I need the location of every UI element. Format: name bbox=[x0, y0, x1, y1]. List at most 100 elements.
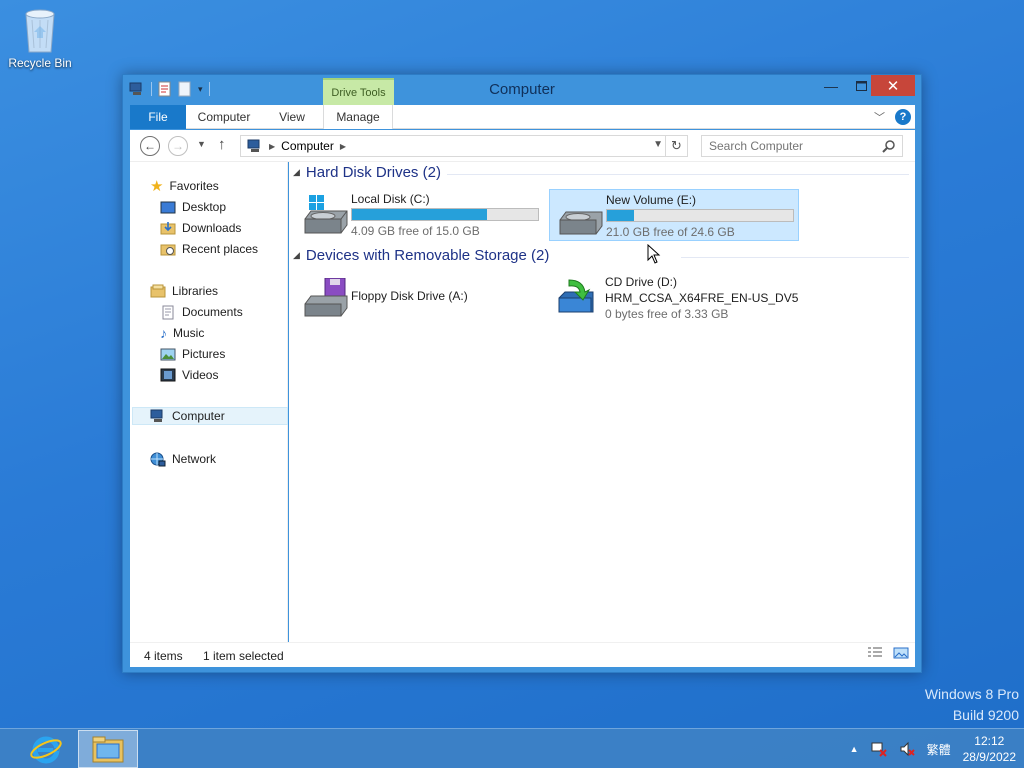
maximize-icon bbox=[855, 80, 867, 91]
sidebar-item-videos[interactable]: Videos bbox=[160, 366, 218, 384]
system-tray: ▲ 繁體 12:12 28/9/2022 bbox=[850, 729, 1016, 768]
group-header-hard-disk-drives[interactable]: ◢ Hard Disk Drives (2) bbox=[293, 164, 441, 181]
watermark-edition: Windows 8 Pro bbox=[924, 686, 1019, 702]
status-bar: 4 items 1 item selected bbox=[130, 642, 915, 667]
search-field[interactable] bbox=[701, 135, 903, 157]
sidebar-item-label: Music bbox=[173, 326, 205, 340]
large-icons-view-icon[interactable] bbox=[893, 647, 909, 659]
sidebar-item-label: Videos bbox=[182, 368, 219, 382]
search-input[interactable] bbox=[709, 139, 879, 153]
sidebar-item-downloads[interactable]: Downloads bbox=[160, 219, 241, 237]
title-bar[interactable]: ▾ Drive Tools Computer — ✕ bbox=[123, 75, 921, 105]
libraries-icon bbox=[150, 284, 166, 298]
back-arrow-icon: ← bbox=[144, 139, 156, 153]
ribbon-tabs: File Computer View Manage ﹀ ? bbox=[130, 105, 915, 129]
content-pane: ◢ Hard Disk Drives (2) Local Disk (C:) 4… bbox=[289, 162, 915, 642]
sidebar-item-label: Recent places bbox=[182, 242, 259, 256]
collapse-group-icon[interactable]: ◢ bbox=[293, 167, 300, 178]
group-title: Devices with Removable Storage (2) bbox=[305, 247, 550, 264]
expand-ribbon-icon[interactable]: ﹀ bbox=[874, 109, 885, 125]
collapse-group-icon[interactable]: ◢ bbox=[293, 250, 300, 261]
floppy-drive-icon bbox=[304, 278, 348, 317]
videos-icon bbox=[160, 368, 176, 382]
downloads-folder-icon bbox=[160, 222, 176, 235]
address-path[interactable]: ▶ Computer ▶ ▼ ↻ bbox=[240, 135, 688, 157]
desktop-folder-icon bbox=[160, 201, 176, 213]
documents-icon bbox=[162, 305, 174, 319]
breadcrumb-separator-icon[interactable]: ▶ bbox=[340, 142, 346, 151]
drive-usage-bar bbox=[606, 209, 794, 222]
sidebar-item-pictures[interactable]: Pictures bbox=[160, 345, 225, 363]
computer-icon bbox=[150, 409, 163, 422]
tab-computer[interactable]: Computer bbox=[192, 105, 256, 129]
item-count: 4 items bbox=[144, 649, 183, 663]
drive-name: New Volume (E:) bbox=[606, 193, 697, 207]
drive-item-cd-drive-d[interactable]: CD Drive (D:) HRM_CCSA_X64FRE_EN-US_DV5 … bbox=[549, 272, 799, 324]
address-dropdown-icon[interactable]: ▼ bbox=[653, 139, 663, 150]
cd-drive-icon bbox=[558, 279, 594, 313]
forward-button[interactable]: → bbox=[168, 136, 188, 156]
close-button[interactable]: ✕ bbox=[871, 75, 915, 96]
sidebar-item-recent-places[interactable]: Recent places bbox=[160, 240, 258, 258]
group-divider bbox=[681, 257, 909, 258]
drive-item-floppy-a[interactable]: Floppy Disk Drive (A:) bbox=[295, 272, 545, 324]
drive-name: Local Disk (C:) bbox=[351, 192, 430, 206]
recent-places-icon bbox=[160, 244, 176, 256]
sidebar-item-label: Pictures bbox=[182, 347, 226, 361]
recycle-bin-label: Recycle Bin bbox=[8, 56, 72, 70]
sidebar-item-label: Desktop bbox=[182, 200, 227, 214]
watermark-build: Build 9200 bbox=[952, 707, 1019, 723]
sidebar-item-network[interactable]: Network bbox=[150, 450, 216, 468]
group-divider bbox=[447, 174, 909, 175]
input-method-indicator[interactable]: 繁體 bbox=[927, 741, 951, 758]
mouse-cursor-icon bbox=[647, 244, 661, 264]
up-button[interactable]: ↑ bbox=[218, 136, 226, 153]
sidebar-item-label: Favorites bbox=[169, 179, 219, 193]
selection-count: 1 item selected bbox=[203, 649, 284, 663]
breadcrumb-separator-icon[interactable]: ▶ bbox=[269, 142, 275, 151]
tab-manage[interactable]: Manage bbox=[323, 105, 393, 129]
navigation-pane: ★ Favorites Desktop Downloads Recent pla… bbox=[130, 162, 288, 642]
view-toggle bbox=[867, 647, 909, 659]
breadcrumb-computer[interactable]: Computer bbox=[281, 139, 334, 153]
drive-item-new-volume-e[interactable]: New Volume (E:) 21.0 GB free of 24.6 GB bbox=[549, 189, 799, 241]
show-hidden-icons-button[interactable]: ▲ bbox=[850, 744, 859, 754]
network-status-icon[interactable] bbox=[871, 741, 887, 757]
refresh-button[interactable]: ↻ bbox=[665, 136, 687, 156]
sidebar-item-favorites[interactable]: ★ Favorites bbox=[150, 177, 219, 195]
sidebar-item-libraries[interactable]: Libraries bbox=[150, 282, 218, 300]
clock-time: 12:12 bbox=[974, 734, 1005, 748]
window-title: Computer bbox=[489, 81, 555, 98]
network-icon bbox=[150, 452, 166, 466]
sidebar-item-desktop[interactable]: Desktop bbox=[160, 198, 226, 216]
hard-drive-icon bbox=[559, 211, 603, 235]
tab-file[interactable]: File bbox=[130, 105, 186, 129]
drive-name: CD Drive (D:) bbox=[605, 275, 677, 289]
search-icon[interactable] bbox=[882, 139, 896, 153]
internet-explorer-taskbar-button[interactable] bbox=[28, 731, 64, 767]
sidebar-item-documents[interactable]: Documents bbox=[160, 303, 243, 321]
music-note-icon: ♪ bbox=[160, 325, 167, 341]
ribbon-controls: ﹀ ? bbox=[874, 109, 911, 125]
help-icon[interactable]: ? bbox=[895, 109, 911, 125]
file-explorer-taskbar-button[interactable] bbox=[78, 730, 138, 768]
sidebar-item-computer[interactable]: Computer bbox=[132, 407, 288, 425]
details-view-icon[interactable] bbox=[867, 647, 883, 659]
tab-view[interactable]: View bbox=[272, 105, 312, 129]
back-button[interactable]: ← bbox=[140, 136, 160, 156]
explorer-window: ▾ Drive Tools Computer — ✕ File Computer… bbox=[122, 74, 922, 673]
sidebar-item-music[interactable]: ♪ Music bbox=[160, 324, 204, 342]
recycle-bin-desktop-icon[interactable]: Recycle Bin bbox=[4, 6, 76, 70]
sidebar-item-label: Downloads bbox=[182, 221, 242, 235]
clock[interactable]: 12:12 28/9/2022 bbox=[963, 733, 1016, 765]
forward-arrow-icon: → bbox=[172, 139, 184, 153]
close-icon: ✕ bbox=[886, 77, 900, 95]
drive-item-local-disk-c[interactable]: Local Disk (C:) 4.09 GB free of 15.0 GB bbox=[295, 189, 545, 241]
recent-locations-button[interactable]: ▼ bbox=[197, 139, 206, 149]
volume-muted-icon[interactable] bbox=[899, 741, 915, 757]
group-header-removable-storage[interactable]: ◢ Devices with Removable Storage (2) bbox=[293, 247, 549, 264]
recycle-bin-icon bbox=[25, 9, 55, 53]
computer-icon bbox=[247, 139, 260, 152]
minimize-button[interactable]: — bbox=[813, 75, 849, 96]
maximize-button[interactable] bbox=[849, 75, 873, 96]
